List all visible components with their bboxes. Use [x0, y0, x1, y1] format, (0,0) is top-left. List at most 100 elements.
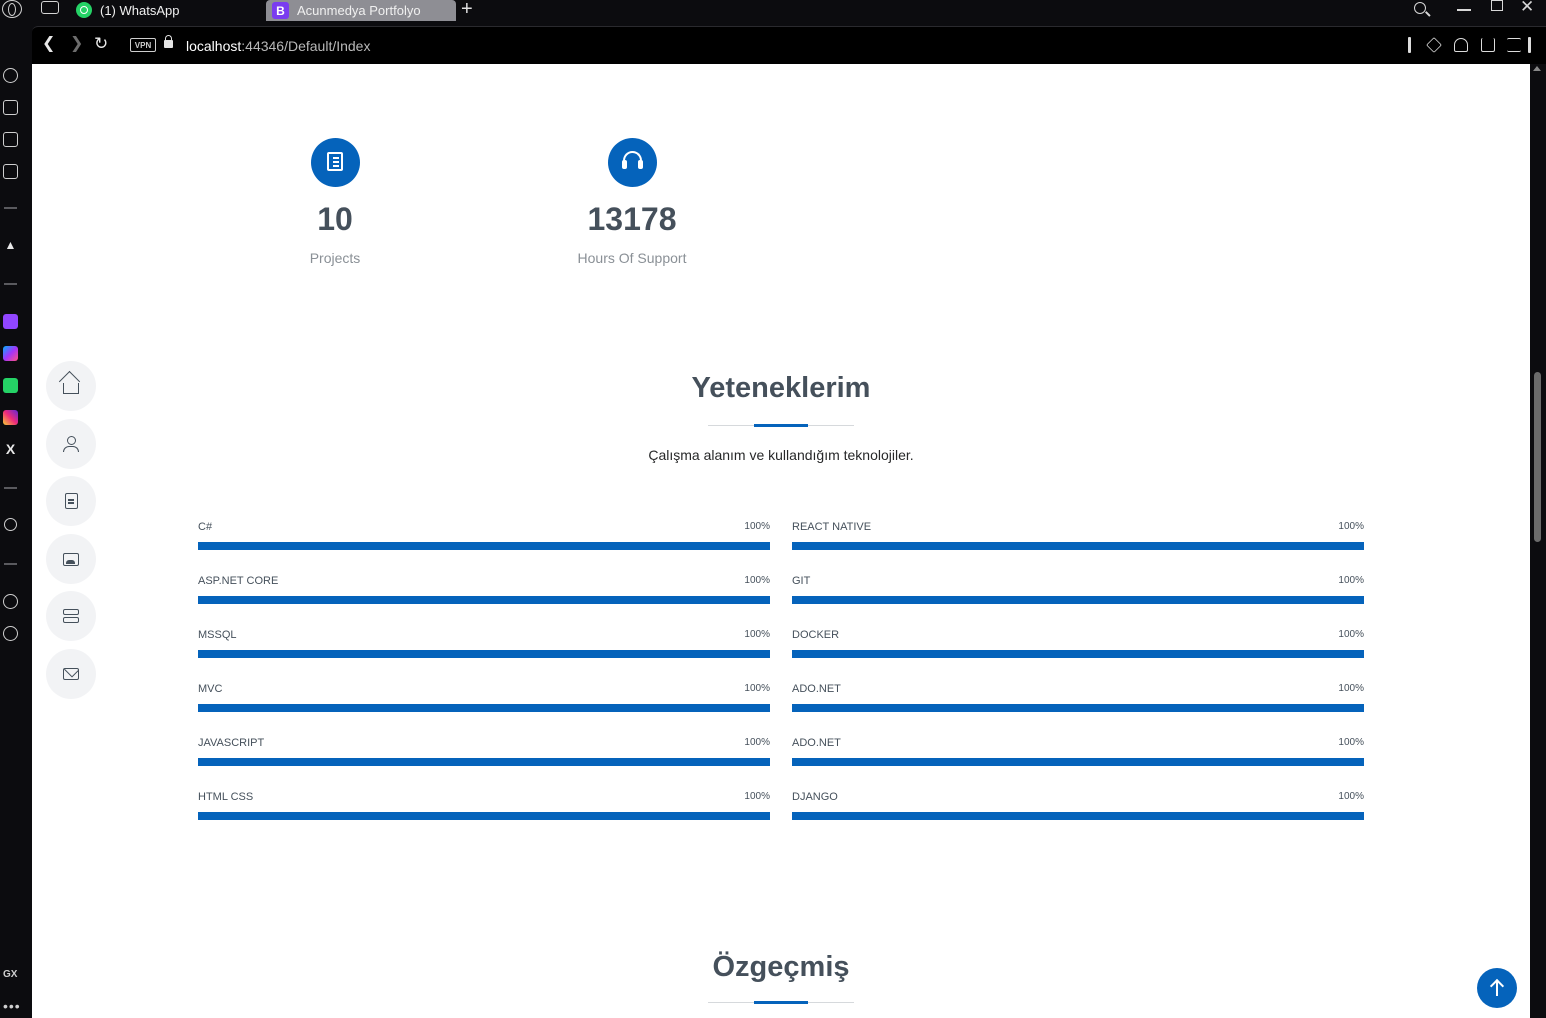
skill-percent: 100% — [744, 629, 770, 640]
envelope-icon — [63, 667, 79, 680]
nav-portfolio[interactable] — [46, 533, 96, 584]
download-icon[interactable] — [1481, 38, 1495, 52]
skill-percent: 100% — [1338, 629, 1364, 640]
player-icon[interactable] — [4, 518, 17, 531]
skill-item: C# 100% — [198, 521, 770, 550]
opera-logo-icon[interactable] — [2, 0, 22, 18]
skill-header: DOCKER 100% — [792, 629, 1364, 643]
sidebar-divider — [4, 563, 17, 565]
forward-icon[interactable]: ❯ — [70, 36, 83, 52]
sidebar-toggle-icon[interactable] — [1528, 37, 1531, 53]
skill-percent: 100% — [744, 683, 770, 694]
counter-projects: 10 Projects — [245, 138, 425, 266]
skill-header: DJANGO 100% — [792, 791, 1364, 805]
skill-progress-bar — [198, 596, 770, 604]
settings-gear-icon[interactable] — [3, 626, 18, 641]
skill-name: REACT NATIVE — [792, 521, 872, 533]
nav-contact[interactable] — [46, 648, 96, 699]
skill-percent: 100% — [1338, 737, 1364, 748]
skill-progress-fill — [198, 704, 770, 712]
bootstrap-icon: B — [272, 2, 289, 19]
tab-acunmedya-portfolyo[interactable]: B Acunmedya Portfolyo — [266, 0, 456, 21]
skill-header: ADO.NET 100% — [792, 683, 1364, 697]
skill-progress-bar — [792, 596, 1364, 604]
skill-item: DJANGO 100% — [792, 791, 1364, 820]
skill-name: HTML CSS — [198, 791, 254, 803]
hot-tabs-killer-icon[interactable] — [3, 164, 18, 179]
file-text-icon — [65, 493, 78, 510]
skill-progress-fill — [792, 650, 1364, 658]
whatsapp-icon[interactable] — [3, 378, 18, 393]
profile-icon[interactable] — [1454, 38, 1468, 52]
skill-progress-fill — [198, 542, 770, 550]
floating-nav — [46, 361, 96, 707]
easy-setup-icon[interactable] — [1507, 38, 1521, 52]
skill-name: C# — [198, 521, 213, 533]
scroll-up-icon[interactable] — [1533, 66, 1541, 71]
reload-icon[interactable]: ↻ — [94, 35, 108, 52]
skill-name: ADO.NET — [792, 737, 841, 749]
minimize-button[interactable] — [1457, 9, 1471, 11]
skill-header: GIT 100% — [792, 575, 1364, 589]
cube-icon[interactable] — [1426, 37, 1442, 53]
skill-percent: 100% — [744, 521, 770, 532]
journal-icon — [310, 138, 360, 187]
skill-percent: 100% — [1338, 683, 1364, 694]
page-scrollbar[interactable] — [1530, 64, 1546, 1018]
nav-services[interactable] — [46, 591, 96, 642]
x-twitter-icon[interactable]: X — [3, 442, 18, 457]
skill-name: GIT — [792, 575, 811, 587]
gx-control-icon[interactable] — [3, 132, 18, 147]
vpn-badge[interactable]: VPN — [130, 38, 156, 52]
headset-icon — [607, 138, 657, 187]
skill-progress-bar — [792, 650, 1364, 658]
opera-sidebar: ▲ X GX ••• — [0, 26, 32, 1018]
back-icon[interactable]: ❮ — [42, 36, 55, 52]
nav-resume[interactable] — [46, 476, 96, 527]
sidebar-more-icon[interactable]: ••• — [3, 998, 21, 1014]
sidebar-divider — [4, 207, 17, 209]
history-icon[interactable] — [3, 594, 18, 609]
skill-item: REACT NATIVE 100% — [792, 521, 1364, 550]
skill-item: DOCKER 100% — [792, 629, 1364, 658]
back-to-top-button[interactable] — [1477, 968, 1517, 1008]
title-divider-accent — [754, 1001, 808, 1004]
skill-name: MSSQL — [198, 629, 237, 641]
aria-icon[interactable]: ▲ — [3, 238, 18, 253]
instagram-icon[interactable] — [3, 410, 18, 425]
server-icon — [63, 609, 79, 624]
tab-search-icon[interactable] — [1414, 2, 1426, 14]
skill-item: GIT 100% — [792, 575, 1364, 604]
whatsapp-icon — [76, 2, 92, 18]
twitch-icon[interactable] — [3, 314, 18, 329]
skills-title: Yeteneklerim — [691, 372, 871, 404]
tab-whatsapp[interactable]: (1) WhatsApp — [76, 0, 179, 20]
skill-progress-bar — [792, 704, 1364, 712]
url-field[interactable]: localhost:44346/Default/Index — [186, 38, 370, 54]
speed-dial-icon[interactable] — [3, 68, 18, 83]
gx-cleaner-icon[interactable] — [3, 100, 18, 115]
tab-label: (1) WhatsApp — [100, 2, 180, 18]
gx-corner-label[interactable]: GX — [3, 969, 17, 980]
skill-percent: 100% — [744, 791, 770, 802]
skill-percent: 100% — [1338, 791, 1364, 802]
skill-item: ADO.NET 100% — [792, 683, 1364, 712]
skill-progress-fill — [792, 758, 1364, 766]
new-tab-button[interactable]: + — [461, 0, 473, 19]
gamer-icon[interactable] — [41, 1, 59, 14]
skill-header: ADO.NET 100% — [792, 737, 1364, 751]
scrollbar-thumb[interactable] — [1534, 372, 1541, 542]
lock-icon[interactable] — [164, 35, 173, 48]
messenger-icon[interactable] — [3, 346, 18, 361]
skill-header: C# 100% — [198, 521, 770, 535]
skill-item: MSSQL 100% — [198, 629, 770, 658]
resume-title: Özgeçmiş — [712, 951, 850, 983]
skill-name: JAVASCRIPT — [198, 737, 265, 749]
skill-progress-bar — [198, 650, 770, 658]
skill-percent: 100% — [1338, 575, 1364, 586]
skill-header: REACT NATIVE 100% — [792, 521, 1364, 535]
skill-name: DJANGO — [792, 791, 838, 803]
skill-item: HTML CSS 100% — [198, 791, 770, 820]
close-window-button[interactable]: ✕ — [1520, 0, 1534, 17]
maximize-button[interactable] — [1491, 0, 1503, 11]
